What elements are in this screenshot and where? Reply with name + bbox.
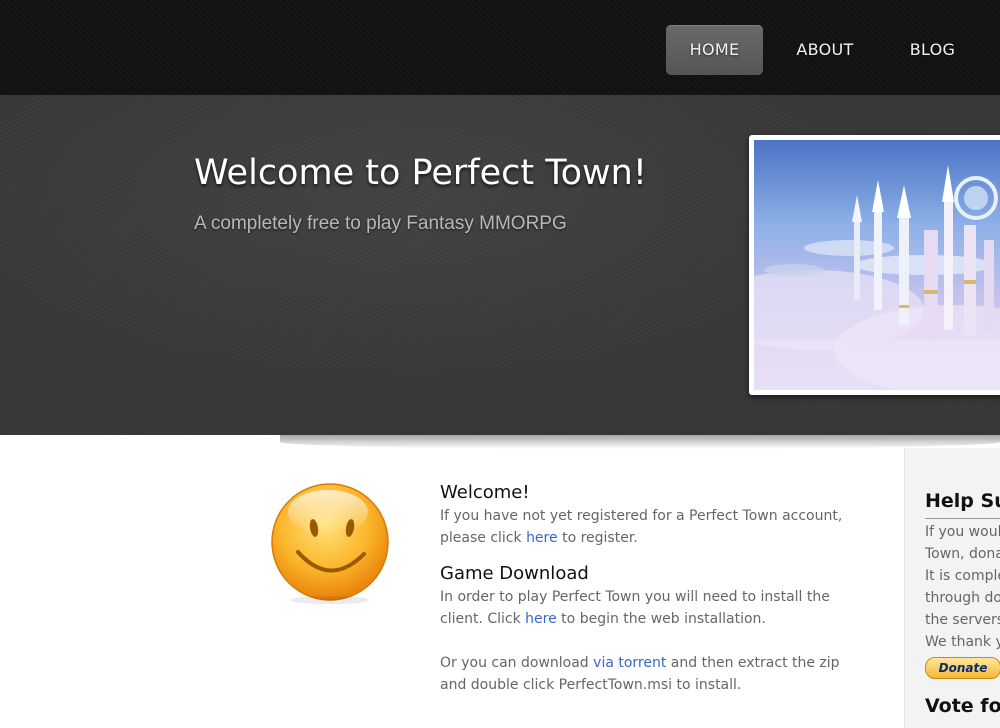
fantasy-city-image [754, 140, 1000, 390]
sidebar-line: If you woul [925, 524, 1000, 540]
sidebar-line: Town, dona [925, 546, 1000, 562]
main-content: Welcome! If you have not yet registered … [440, 482, 850, 710]
top-nav-bar: HOME ABOUT BLOG [0, 0, 1000, 95]
heading-divider [925, 518, 1000, 519]
welcome-heading: Welcome! [440, 482, 530, 503]
hero-subtitle: A completely free to play Fantasy MMORPG [194, 213, 567, 234]
fantasy-city-illustration [754, 165, 1000, 390]
help-support-heading: Help Su [925, 490, 1000, 512]
register-link[interactable]: here [526, 530, 558, 546]
sidebar-line: We thank y [925, 634, 1000, 650]
sidebar-line: through dor [925, 590, 1000, 606]
nav-blog[interactable]: BLOG [895, 25, 970, 75]
hero-shadow [280, 435, 1000, 449]
torrent-link[interactable]: via torrent [593, 655, 666, 671]
donate-button[interactable]: Donate [925, 657, 1000, 679]
sidebar-line: the servers [925, 612, 1000, 628]
nav-home[interactable]: HOME [666, 25, 763, 75]
welcome-section: Welcome! If you have not yet registered … [440, 482, 850, 549]
vote-heading: Vote fo [925, 695, 1000, 717]
hero-title: Welcome to Perfect Town! [194, 153, 647, 193]
hero-banner: Welcome to Perfect Town! A completely fr… [0, 95, 1000, 435]
sidebar: Help Su If you woul Town, dona It is com… [904, 448, 1000, 728]
download-text-web: In order to play Perfect Town you will n… [440, 589, 830, 627]
nav-about[interactable]: ABOUT [785, 25, 865, 75]
hero-image-frame [749, 135, 1000, 395]
welcome-text: If you have not yet registered for a Per… [440, 508, 843, 546]
download-section: Game Download In order to play Perfect T… [440, 563, 850, 696]
sidebar-line: It is comple [925, 568, 1000, 584]
download-heading: Game Download [440, 563, 589, 584]
main-nav: HOME ABOUT BLOG [0, 25, 1000, 75]
download-text-torrent: Or you can download via torrent and then… [440, 655, 840, 693]
web-install-link[interactable]: here [525, 611, 557, 627]
smiley-face-icon [268, 482, 392, 606]
